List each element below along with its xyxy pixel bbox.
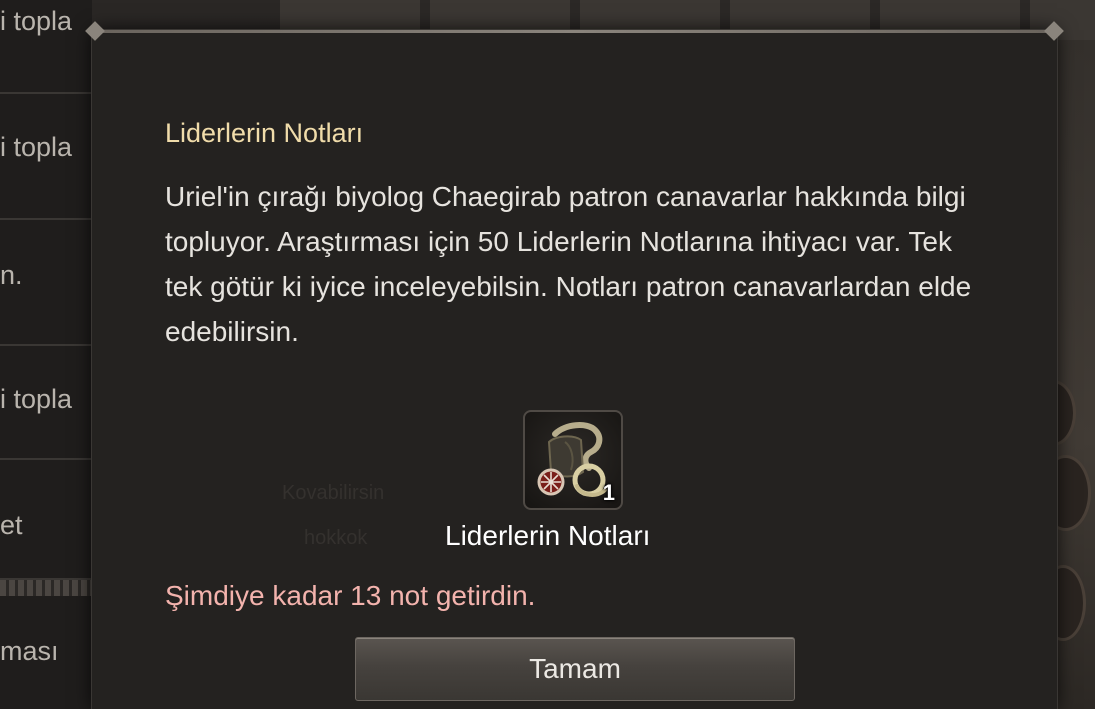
quest-list-item-label: i topla bbox=[0, 6, 73, 36]
quest-list-item-label: i topla bbox=[0, 132, 73, 162]
reward-item-slot[interactable]: 1 bbox=[523, 410, 623, 510]
quest-list-item[interactable]: n. bbox=[0, 220, 92, 346]
quest-progress-text: Şimdiye kadar 13 not getirdin. bbox=[165, 580, 536, 611]
quest-list-item[interactable]: ması bbox=[0, 596, 92, 709]
quest-list-item-label: et bbox=[0, 510, 23, 540]
background-ghost-text: hokkok bbox=[304, 527, 368, 549]
quest-list-panel: i topla i topla n. i topla et ması bbox=[0, 0, 92, 709]
quest-list-item[interactable]: i topla bbox=[0, 94, 92, 220]
quest-list-item[interactable]: et bbox=[0, 460, 92, 580]
game-screen: i topla i topla n. i topla et ması Lider… bbox=[0, 0, 1095, 709]
quest-list-item-label: n. bbox=[0, 260, 23, 290]
ok-button[interactable]: Tamam bbox=[355, 637, 795, 701]
ok-button-label: Tamam bbox=[529, 653, 621, 684]
background-ghost-text: Kovabilirsin bbox=[282, 482, 385, 504]
quest-list-item-label: ması bbox=[0, 636, 59, 666]
quest-list-divider bbox=[0, 580, 92, 596]
quest-list-item[interactable]: i topla bbox=[0, 346, 92, 460]
quest-list-item-label: i topla bbox=[0, 384, 73, 414]
quest-dialog: Liderlerin Notları Uriel'in çırağı biyol… bbox=[85, 21, 1064, 709]
dialog-title: Liderlerin Notları bbox=[165, 118, 364, 148]
reward-item-name: Liderlerin Notları bbox=[445, 520, 651, 551]
dialog-description: Uriel'in çırağı biyolog Chaegirab patron… bbox=[165, 181, 972, 347]
reward-item-count: 1 bbox=[602, 480, 615, 505]
dialog-top-border bbox=[92, 30, 1057, 33]
quest-list-item[interactable]: i topla bbox=[0, 0, 92, 94]
